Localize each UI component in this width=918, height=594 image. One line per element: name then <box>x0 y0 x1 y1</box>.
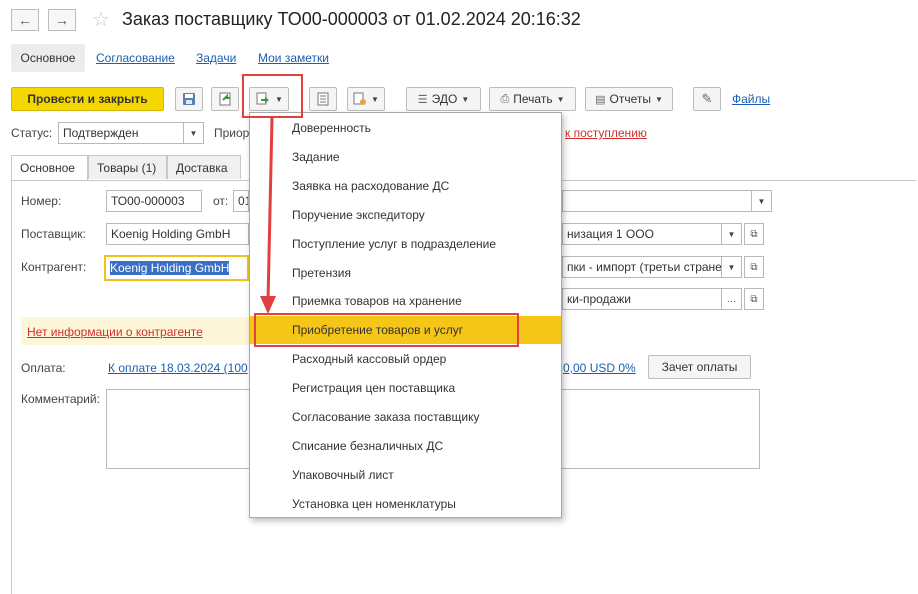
supplier-field[interactable]: Koenig Holding GmbH <box>106 223 249 245</box>
chevron-down-icon: ▼ <box>189 128 198 138</box>
number-field[interactable]: ТО00-000003 <box>106 190 202 212</box>
chevron-down-icon: ▼ <box>727 229 736 239</box>
tab-panel-left-border <box>11 180 12 594</box>
annotation-arrow <box>260 117 276 314</box>
menu-item[interactable]: Упаковочный лист <box>250 461 561 489</box>
document-settings-icon <box>353 92 367 105</box>
reports-icon: ▤ <box>595 93 606 106</box>
edo-button[interactable]: ☰ ЭДО ▼ <box>406 87 481 111</box>
counterparty-label: Контрагент: <box>21 260 87 274</box>
save-button[interactable] <box>175 87 203 111</box>
open-window-icon: ⧉ <box>750 261 758 273</box>
chevron-down-icon: ▼ <box>757 196 766 206</box>
chevron-down-icon: ▼ <box>556 94 565 104</box>
organization-dropdown[interactable]: ▼ <box>722 223 742 245</box>
printer-icon: ⎙ <box>500 92 510 105</box>
no-counterparty-info-link[interactable]: Нет информации о контрагенте <box>27 325 203 339</box>
post-button[interactable] <box>211 87 239 111</box>
operation-dropdown[interactable]: ▼ <box>722 256 742 278</box>
open-window-icon: ⧉ <box>750 228 758 240</box>
date-from-label: от: <box>213 194 229 208</box>
payment-amount-link[interactable]: 0,00 USD 0% <box>563 361 636 375</box>
chevron-down-icon: ▼ <box>461 94 470 104</box>
form-tab-goods[interactable]: Товары (1) <box>88 155 167 179</box>
number-label: Номер: <box>21 194 62 208</box>
section-tab-approval[interactable]: Согласование <box>96 44 175 72</box>
form-tab-main[interactable]: Основное <box>11 155 88 181</box>
contract-select-button[interactable]: … <box>722 288 742 310</box>
more-actions-button[interactable]: ▼ <box>347 87 385 111</box>
supplier-label: Поставщик: <box>21 227 86 241</box>
status-field[interactable]: Подтвержден <box>58 122 184 144</box>
page-title: Заказ поставщику ТО00-000003 от 01.02.20… <box>122 9 581 29</box>
organization-field[interactable]: низация 1 ООО <box>562 223 722 245</box>
payment-label: Оплата: <box>21 361 66 375</box>
reports-button[interactable]: ▤ Отчеты ▼ <box>585 87 673 111</box>
section-tab-main[interactable]: Основное <box>11 44 85 72</box>
menu-item[interactable]: Установка цен номенклатуры <box>250 490 561 518</box>
counterparty-field[interactable]: Koenig Holding GmbH <box>104 255 249 281</box>
section-tab-notes[interactable]: Мои заметки <box>258 44 329 72</box>
payment-schedule-link[interactable]: К оплате 18.03.2024 (100 <box>108 361 248 375</box>
form-tab-delivery[interactable]: Доставка <box>167 155 241 179</box>
right-select-dropdown-1[interactable]: ▼ <box>752 190 772 212</box>
paperclip-icon: ✎ <box>701 91 713 106</box>
menu-item[interactable]: Согласование заказа поставщику <box>250 403 561 431</box>
edo-label: ЭДО <box>431 92 458 106</box>
receipt-status-link[interactable]: к поступлению <box>565 126 647 140</box>
chevron-down-icon: ▼ <box>727 262 736 272</box>
status-label: Статус: <box>11 126 53 140</box>
list-icon <box>317 92 329 106</box>
menu-item[interactable]: Списание безналичных ДС <box>250 432 561 460</box>
section-tab-tasks[interactable]: Задачи <box>196 44 236 72</box>
contract-open-button[interactable]: ⧉ <box>744 288 764 310</box>
arrow-right-icon: → <box>55 12 69 28</box>
post-document-icon <box>219 92 231 106</box>
save-icon <box>183 93 195 105</box>
right-select-field-1[interactable] <box>562 190 752 212</box>
chevron-down-icon: ▼ <box>654 94 663 104</box>
operation-field[interactable]: пки - импорт (третьи стране <box>562 256 722 278</box>
post-and-close-button[interactable]: Провести и закрыть <box>11 87 164 111</box>
menu-item[interactable]: Регистрация цен поставщика <box>250 374 561 402</box>
counterparty-selected-text: Koenig Holding GmbH <box>110 261 230 275</box>
menu-item[interactable]: Расходный кассовый ордер <box>250 345 561 373</box>
edo-icon: ☰ <box>417 93 428 106</box>
status-dropdown[interactable]: ▼ <box>184 122 204 144</box>
files-link[interactable]: Файлы <box>732 92 770 106</box>
print-button[interactable]: ⎙ Печать ▼ <box>489 87 576 111</box>
back-button[interactable]: ← <box>11 9 39 31</box>
ellipsis-icon: … <box>726 293 737 305</box>
organization-open-button[interactable]: ⧉ <box>744 223 764 245</box>
attach-button[interactable]: ✎ <box>693 87 721 111</box>
contract-field[interactable]: ки-продажи <box>562 288 722 310</box>
document-journal-button[interactable] <box>309 87 337 111</box>
print-label: Печать <box>513 92 553 106</box>
favorite-star-icon[interactable]: ☆ <box>92 7 110 32</box>
chevron-down-icon: ▼ <box>371 94 379 104</box>
operation-open-button[interactable]: ⧉ <box>744 256 764 278</box>
arrow-left-icon: ← <box>18 12 32 28</box>
open-window-icon: ⧉ <box>750 293 758 305</box>
forward-button[interactable]: → <box>48 9 76 31</box>
payment-offset-button[interactable]: Зачет оплаты <box>648 355 751 379</box>
comment-label: Комментарий: <box>21 392 100 406</box>
reports-label: Отчеты <box>609 92 651 106</box>
